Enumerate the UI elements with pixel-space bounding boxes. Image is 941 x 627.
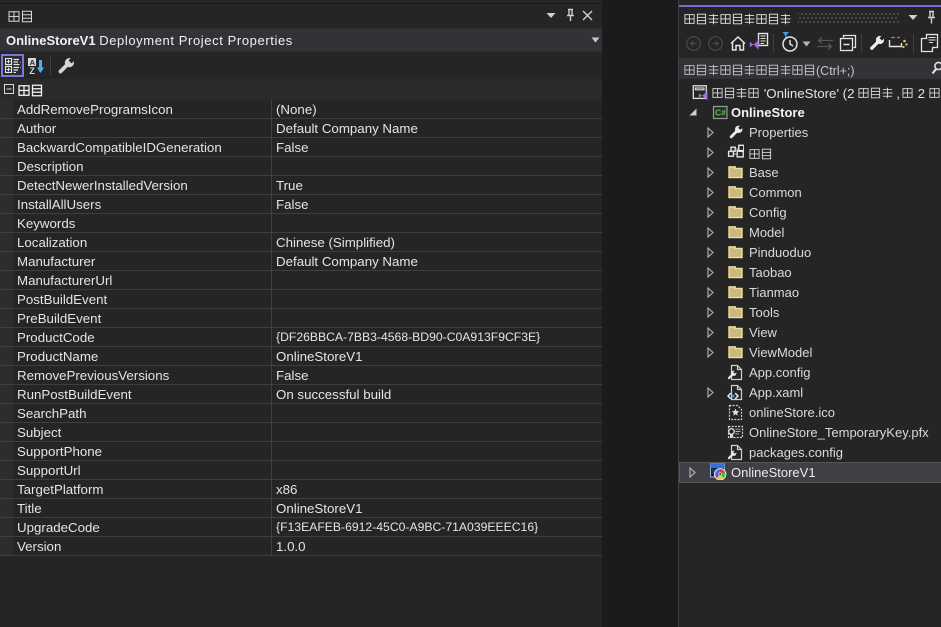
- svg-text:Z: Z: [29, 66, 35, 75]
- svg-text:C#: C#: [715, 108, 726, 118]
